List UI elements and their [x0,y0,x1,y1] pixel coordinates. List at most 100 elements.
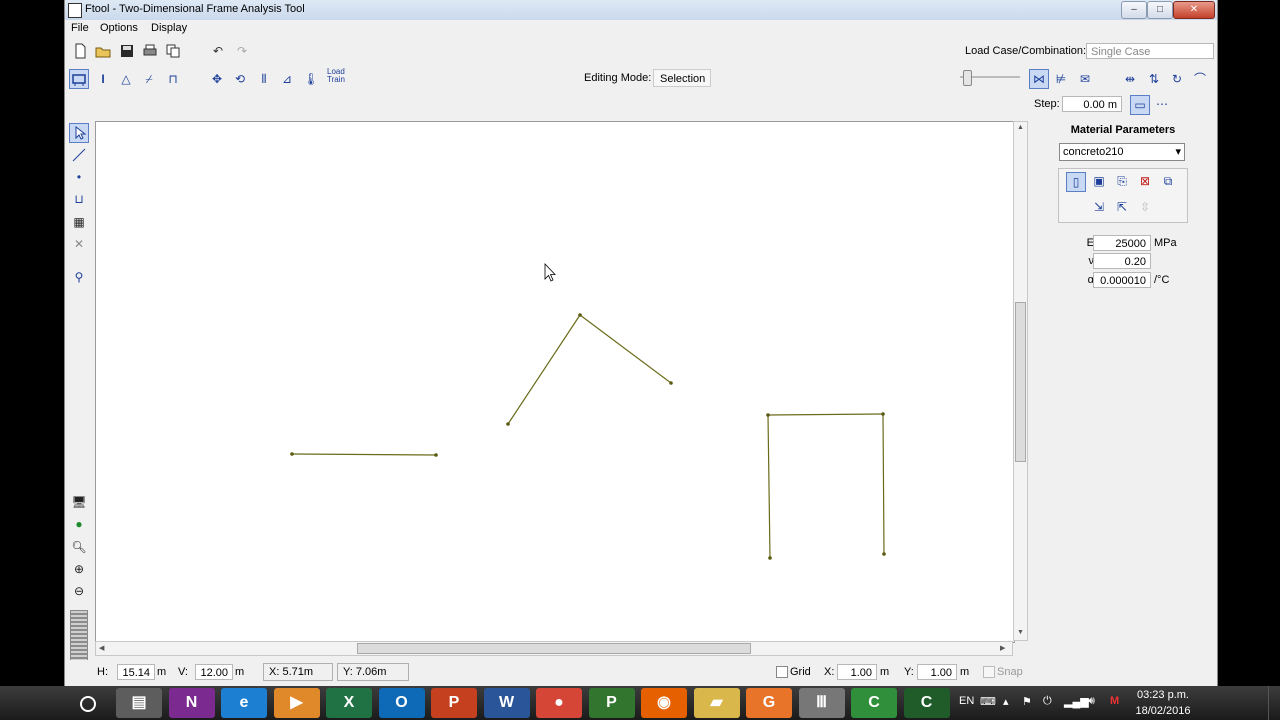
node[interactable] [669,381,673,385]
model-drawing[interactable] [96,122,1014,642]
editing-mode-value[interactable]: Selection [653,69,711,87]
dimension-icon[interactable]: ⊔ [70,190,88,208]
param-e-input[interactable]: 25000 [1093,235,1151,251]
envelope-icon[interactable]: ✉ [1076,70,1094,88]
zoom-icon[interactable]: 🔍︎ [70,538,88,556]
flag-icon[interactable]: ⚑ [1022,695,1032,708]
material-assign-all-icon[interactable]: ⇱ [1113,198,1131,216]
load-case-select[interactable]: Single Case [1086,43,1214,59]
grid-y-input[interactable]: 1.00 [917,664,957,680]
ruler-icon[interactable]: ▦ [70,213,88,231]
draw-node-icon[interactable]: • [70,168,88,186]
volume-icon[interactable]: 🔊︎ [1088,695,1095,708]
diagram-icon[interactable]: ⊭ [1052,70,1070,88]
shear-force-icon[interactable]: ⇅ [1145,70,1163,88]
taskbar-file-explorer-icon[interactable]: ▤ [116,688,162,718]
show-desktop-button[interactable] [1268,686,1280,720]
network-icon[interactable]: ▂▄▆ [1064,695,1089,708]
material-delete-icon[interactable]: ⊠ [1136,172,1154,190]
distributed-load-icon[interactable]: ⫴ [255,70,273,88]
copy-icon[interactable] [164,42,182,60]
taskbar-internet-explorer-icon[interactable]: e [221,688,267,718]
param-nu-input[interactable]: 0.20 [1093,253,1151,269]
taskbar-onenote-icon[interactable]: N [168,688,215,718]
globe-icon[interactable]: ● [70,515,88,533]
show-hidden-icons-icon[interactable]: ▴ [1003,695,1009,708]
zoom-slider-thumb[interactable] [963,70,972,86]
taskbar-camtasia-green-icon[interactable]: C [851,688,897,718]
scroll-left-icon[interactable]: ◀ [99,644,104,652]
grid-x-input[interactable]: 1.00 [837,664,877,680]
undo-icon[interactable]: ↶ [209,42,227,60]
open-folder-icon[interactable] [94,42,112,60]
v-input[interactable]: 12.00 [195,664,233,680]
deformed-shape-icon[interactable]: ⋈ [1029,69,1049,89]
member-column-left[interactable] [767,414,771,559]
language-indicator[interactable]: EN [959,695,974,707]
material-new-icon[interactable]: ▯ [1066,172,1086,192]
menu-display[interactable]: Display [151,22,187,34]
material-copy-icon[interactable]: ⧉ [1159,172,1177,190]
save-icon[interactable] [118,42,136,60]
taskbar-folder-icon[interactable]: ▰ [693,688,740,718]
fit-screen-icon[interactable]: 🖥︎ [70,493,88,511]
antivirus-icon[interactable]: M [1110,695,1119,707]
snap-checkbox[interactable] [983,666,995,678]
taskbar-word-icon[interactable]: W [483,688,530,718]
taskbar-powerpoint-icon[interactable]: P [431,688,477,718]
taskbar-camtasia-recorder-icon[interactable]: C [903,688,950,718]
drawing-canvas[interactable] [95,121,1015,643]
start-button[interactable] [80,696,96,712]
new-file-icon[interactable] [71,42,89,60]
taskbar-ftool-icon[interactable]: Ⅲ [798,688,845,718]
ftool-app-icon[interactable] [68,3,82,18]
node[interactable] [768,556,772,560]
step-input[interactable]: 0.00 m [1062,96,1122,112]
draw-member-icon[interactable] [70,146,88,164]
linear-load-icon[interactable]: ⊿ [278,70,296,88]
power-icon[interactable]: ⏻ [1043,695,1052,708]
node[interactable] [434,453,438,457]
minimize-button[interactable]: – [1121,1,1147,19]
taskbar-pdf-tool-icon[interactable]: G [746,688,792,718]
scroll-down-icon[interactable]: ▼ [1017,629,1024,636]
scroll-up-icon[interactable]: ▲ [1017,124,1024,131]
horizontal-scrollbar[interactable]: ◀ ▶ [95,641,1013,656]
taskbar-media-player-icon[interactable]: ▶ [273,688,320,718]
clock-time[interactable]: 03:23 p.m. [1133,689,1193,701]
node[interactable] [766,413,770,417]
node[interactable] [290,452,294,456]
horizontal-scroll-thumb[interactable] [357,643,751,654]
node[interactable] [882,552,886,556]
param-alpha-input[interactable]: 0.000010 [1093,272,1151,288]
maximize-button[interactable]: □ [1147,1,1173,19]
load-train-button[interactable]: Load Train [327,68,349,84]
close-button[interactable]: ✕ [1173,1,1215,19]
menu-options[interactable]: Options [100,22,138,34]
step-grid-icon[interactable]: ⋯ [1153,95,1171,113]
hinge-icon[interactable]: ⌿ [140,70,158,88]
material-import-icon[interactable]: ⎘ [1113,172,1131,190]
clock-date[interactable]: 18/02/2016 [1133,705,1193,717]
pointer-icon[interactable] [69,123,89,143]
menu-file[interactable]: File [71,22,89,34]
support-icon[interactable]: △ [117,70,135,88]
zoom-in-icon[interactable]: ⊕ [70,560,88,578]
print-icon[interactable] [141,42,159,60]
member-column-right[interactable] [882,413,885,555]
material-select[interactable]: concreto210 ▾ [1059,143,1185,161]
bending-moment-icon[interactable]: ↻ [1168,70,1186,88]
scroll-right-icon[interactable]: ▶ [1000,644,1005,652]
axial-force-icon[interactable]: ⇹ [1121,70,1139,88]
frame-icon[interactable]: ⊓ [164,70,182,88]
taskbar-chrome-icon[interactable]: ● [536,688,582,718]
snap-options-icon[interactable]: ⚲ [70,268,88,286]
taskbar-project-icon[interactable]: P [588,688,635,718]
node[interactable] [881,412,885,416]
taskbar-excel-icon[interactable]: X [326,688,372,718]
deflection-icon[interactable]: ⌒ [1191,70,1209,88]
taskbar-firefox-icon[interactable]: ◉ [641,688,687,718]
grid-checkbox[interactable] [776,666,788,678]
member-rafter-left[interactable] [507,314,581,425]
node[interactable] [506,422,510,426]
